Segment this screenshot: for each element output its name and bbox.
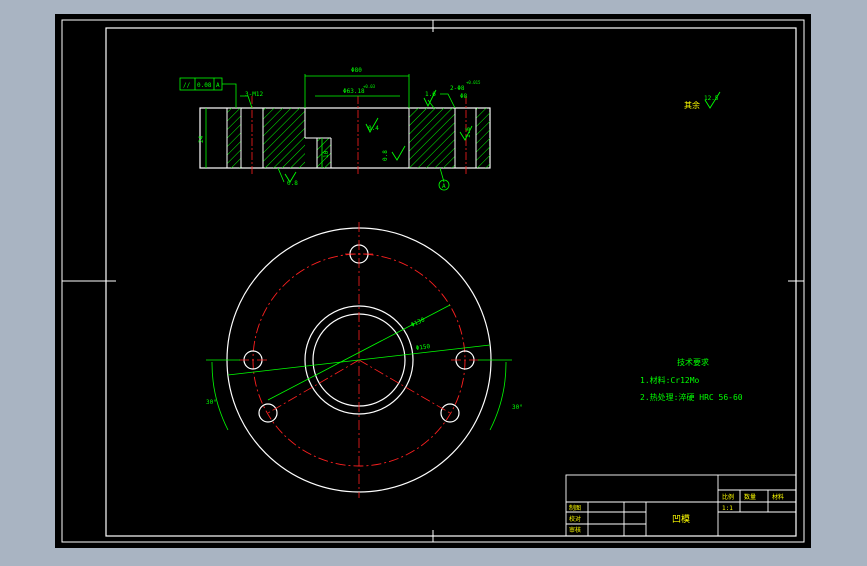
angle-left: 30° <box>206 399 217 406</box>
height-dim: 24 <box>198 135 205 143</box>
part-name: 凹模 <box>672 514 690 525</box>
flatness-datum: A <box>216 82 220 89</box>
material-header: 材料 <box>772 493 784 501</box>
roughness-other-value: 12.5 <box>704 95 719 102</box>
designer-label: 制图 <box>569 504 581 512</box>
bore-tol: +0.03 <box>363 84 376 89</box>
top-width-dim: Φ80 <box>351 67 362 74</box>
qty-header: 数量 <box>744 493 756 501</box>
section-hatch <box>409 108 455 168</box>
roughness-bottom: 0.8 <box>287 180 298 187</box>
flatness-value: 0.08 <box>197 82 212 89</box>
roughness-bore: 0.4 <box>368 125 379 132</box>
roughness-face: 0.8 <box>382 150 389 161</box>
angle-right: 30° <box>512 404 523 411</box>
cad-drawing-viewport[interactable]: // 0.08 A 3-M12 Φ80 Φ63.18 +0.03 2-Φ8 +0… <box>0 0 867 562</box>
flatness-symbol: // <box>183 82 191 89</box>
section-hatch <box>476 108 490 168</box>
roughness-other-label: 其余 <box>684 100 700 110</box>
right-hole-depth: Φ8 <box>460 93 468 100</box>
right-hole-dim: 2-Φ8 <box>450 85 465 92</box>
bore-dim: Φ63.18 <box>343 88 365 95</box>
datum-label: A <box>442 183 446 190</box>
checker-label: 校对 <box>569 515 581 523</box>
section-hatch <box>227 108 241 168</box>
section-hatch <box>263 108 305 168</box>
inner-dim: 10 <box>323 150 330 158</box>
tech-title: 技术要求 <box>677 357 709 367</box>
drawing-canvas[interactable]: // 0.08 A 3-M12 Φ80 Φ63.18 +0.03 2-Φ8 +0… <box>0 0 867 562</box>
right-hole-tol: +0.015 <box>466 80 481 85</box>
tech-item-1: 1.材料:Cr12Mo <box>640 375 700 385</box>
tech-item-2: 2.热处理:淬硬 HRC 56-60 <box>640 392 743 402</box>
roughness-side: 1.6 <box>465 127 472 138</box>
scale-value: 1:1 <box>722 505 733 512</box>
scale-header: 比例 <box>722 493 734 501</box>
approver-label: 审核 <box>569 526 581 534</box>
hole-pattern-dim: 3-M12 <box>245 91 263 98</box>
roughness-top: 1.6 <box>425 91 436 98</box>
